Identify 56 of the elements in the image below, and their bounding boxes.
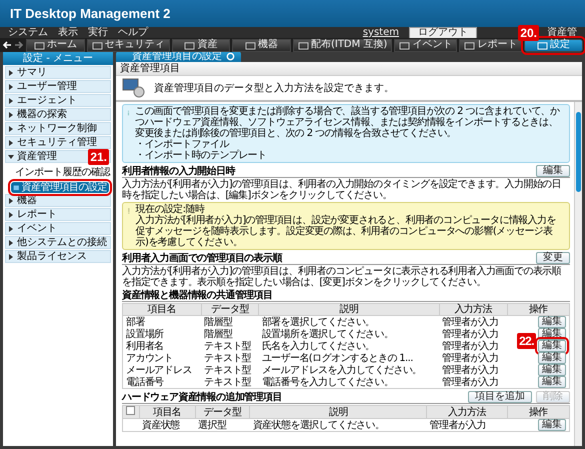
column-header: 入力方法	[426, 406, 507, 418]
column-header: 項目名	[122, 304, 202, 316]
table-cell-text: 管理者が入力	[441, 340, 500, 352]
sidebar-title: 設定 - メニュー	[3, 52, 113, 65]
table-cell: 部署	[122, 316, 202, 328]
table-cell-text: テキスト型	[203, 364, 252, 376]
column-header: 操作	[507, 406, 570, 418]
table-cell: テキスト型	[201, 376, 259, 388]
section-title: ハードウェア資産情報の追加管理項目	[122, 392, 283, 402]
column-header: データ型	[201, 304, 259, 316]
section-title: 資産情報と機器情報の共通管理項目	[122, 290, 274, 301]
warning-heading: 現在の設定:随時	[136, 204, 204, 215]
table-cell: 選択型	[195, 418, 250, 432]
info-bullet: ・インポートファイル	[134, 139, 230, 150]
table-cell: 電話番号	[122, 376, 202, 388]
table-cell: アカウント	[122, 352, 202, 364]
callout-badge: 22.	[517, 333, 536, 349]
column-header: 操作	[507, 304, 570, 316]
section-text: 入力方法が[利用者が入力]の管理項目は、利用者の入力開始のタイミングを設定できます。入力開始の日時を指定したい場合は、[編集]ボタンをクリックしてください。	[122, 179, 562, 201]
info-text: この画面で管理項目を変更または削除する場合で、該当する管理項目が次の 2 つに含まれていて、かつハードウェア資産情報、ソフトウェアライセンス情報、または契約情報をインポートするときは、変更後または削除後の管理項目と、次の 2 つの情報を合致させてください。	[134, 106, 561, 139]
table-cell-text: 階層型	[203, 328, 234, 340]
table-cell-text: ユーザー名(ログオンするときの 1...	[260, 352, 414, 364]
app-title: IT Desktop Management 2	[10, 8, 170, 19]
section-text: 入力方法が[利用者が入力]の管理項目は、利用者のコンピュータに表示される利用者入力画面での表示順を指定できます。表示順を指定したい場合は、[変更]ボタンをクリックしてください。	[122, 266, 562, 288]
table-cell-text: 氏名を入力してください。	[260, 340, 376, 352]
page-title: 資産管理項目	[116, 62, 582, 76]
table-cell: 電話番号を入力してください。	[258, 376, 440, 388]
table-cell-text: メールアドレスを入力してください。	[260, 364, 423, 376]
column-header: 項目名	[139, 406, 196, 418]
warning-text: 入力方法が[利用者が入力]の管理項目は、設定が変更されると、利用者のコンピュータに情報入力を促すメッセージを随時表示します。設定変更の際は、利用者のコンピュータへの影響(メッセージ表示)を考慮してください。	[136, 215, 557, 248]
table-cell: 資産状態	[139, 418, 196, 432]
column-header: 入力方法	[439, 304, 507, 316]
callout-badge: 20.	[518, 25, 539, 41]
table-cell: 階層型	[201, 316, 259, 328]
section-title: 利用者情報の入力開始日時	[122, 166, 236, 176]
table-cell-text: テキスト型	[203, 352, 252, 364]
table-cell-text: テキスト型	[203, 340, 252, 352]
table-cell: メールアドレス	[122, 364, 202, 376]
column-header: データ型	[195, 406, 250, 418]
table-cell-text: 管理者が入力	[441, 328, 500, 340]
column-header: 説明	[250, 406, 427, 418]
table-cell: 部署を選択してください。	[258, 316, 440, 328]
table-cell: 管理者が入力	[426, 418, 507, 432]
table-cell-text: 管理者が入力	[441, 364, 500, 376]
table-cell: 資産状態を選択してください。	[250, 418, 427, 432]
page-description: 資産管理項目のデータ型と入力方法を設定できます。	[154, 82, 394, 94]
table-cell-text: 管理者が入力	[441, 352, 500, 364]
table-cell: 管理者が入力	[439, 376, 507, 388]
section-title: 利用者入力画面での管理項目の表示順	[122, 252, 284, 264]
table-cell-text: 設置場所を選択してください。	[260, 328, 394, 340]
table-cell: 設置場所	[122, 328, 202, 340]
callout-tooltip: 21.	[88, 149, 109, 165]
table-cell: 管理者が入力	[439, 316, 507, 328]
column-header: 説明	[258, 304, 440, 316]
table-cell: 利用者名	[122, 340, 202, 352]
info-bullet: ・インポート時のテンプレート	[134, 150, 268, 161]
